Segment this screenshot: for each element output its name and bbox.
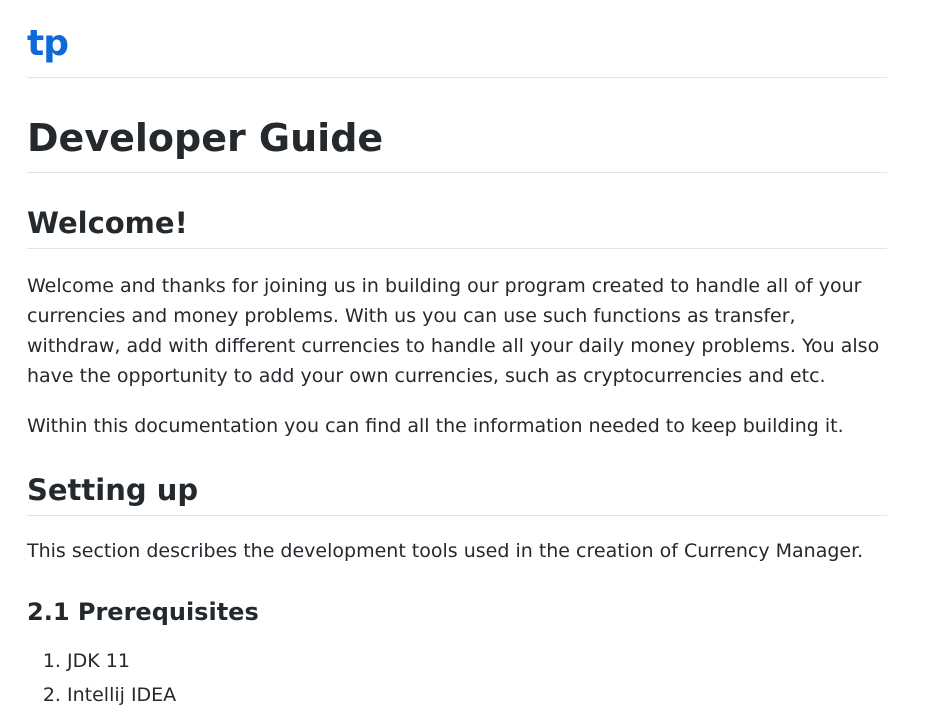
- welcome-paragraph: Welcome and thanks for joining us in bui…: [27, 275, 880, 387]
- list-item: Intellij IDEA: [67, 678, 887, 712]
- site-header: tp: [27, 0, 887, 78]
- prerequisites-heading: 2.1 Prerequisites: [27, 598, 259, 626]
- setting-up-heading: Setting up: [27, 471, 887, 516]
- page-title: Developer Guide: [27, 114, 887, 173]
- documentation-paragraph: Within this documentation you can find a…: [27, 415, 844, 437]
- welcome-heading: Welcome!: [27, 204, 887, 249]
- list-item: JDK 11: [67, 644, 887, 678]
- prerequisites-list: JDK 11 Intellij IDEA: [27, 644, 887, 712]
- site-title-link[interactable]: tp: [27, 24, 69, 64]
- setting-up-paragraph: This section describes the development t…: [27, 540, 864, 562]
- main-content: Developer Guide Welcome! Welcome and tha…: [27, 114, 887, 712]
- page-container: tp Developer Guide Welcome! Welcome and …: [27, 0, 887, 712]
